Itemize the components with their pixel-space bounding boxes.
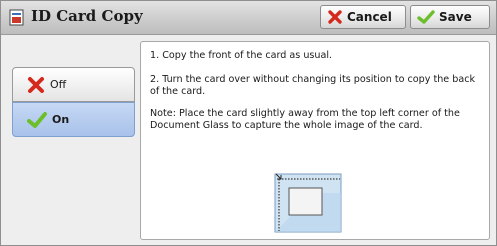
option-off[interactable]: Off: [12, 67, 135, 102]
document-glass-card-placement-icon: [274, 173, 342, 233]
save-button-label: Save: [439, 10, 472, 24]
red-x-icon: [328, 10, 342, 24]
green-check-icon: [417, 10, 435, 24]
instruction-step-1: 1. Copy the front of the card as usual.: [150, 50, 333, 61]
cancel-button[interactable]: Cancel: [320, 5, 406, 29]
save-button[interactable]: Save: [410, 5, 490, 29]
option-on[interactable]: On: [12, 102, 135, 137]
option-list: Off On: [6, 41, 135, 241]
title-bar: ID Card Copy Cancel Save: [1, 1, 496, 35]
instructions-panel: 1. Copy the front of the card as usual. …: [140, 41, 490, 240]
green-check-icon: [27, 111, 47, 128]
instruction-note: Note: Place the card slightly away from …: [150, 108, 460, 131]
page-title: ID Card Copy: [31, 7, 143, 25]
id-card-copy-screen: ID Card Copy Cancel Save Off On 1. Copy …: [0, 0, 497, 246]
instruction-step-2: 2. Turn the card over without changing i…: [150, 74, 476, 97]
cancel-button-label: Cancel: [347, 10, 392, 24]
option-off-label: Off: [50, 78, 67, 91]
option-on-label: On: [52, 113, 70, 126]
red-x-icon: [28, 76, 44, 93]
id-card-copy-icon: [9, 9, 25, 26]
